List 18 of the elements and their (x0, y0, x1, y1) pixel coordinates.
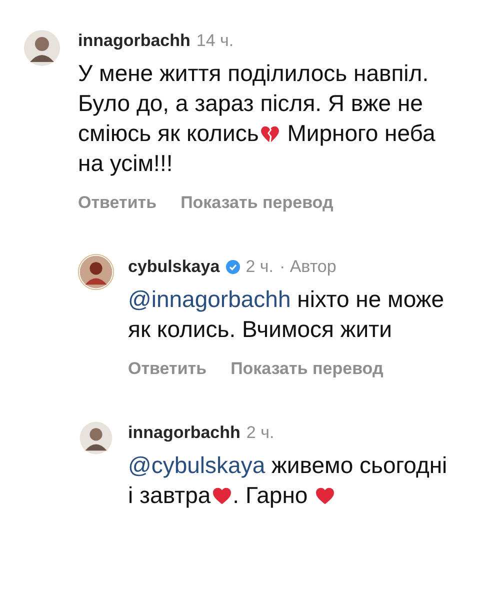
heart-icon (315, 487, 336, 505)
avatar[interactable] (78, 420, 114, 456)
mention-link[interactable]: @innagorbachh (128, 286, 291, 312)
comment-text: У мене життя поділилось навпіл. Було до, а зараз після. Я вже не сміюсь як колись Мирного неба на усім!!! (78, 59, 436, 178)
timestamp: 2 ч. (246, 256, 274, 278)
author-label: · Автор (279, 256, 336, 278)
username[interactable]: cybulskaya (128, 256, 220, 278)
mention-link[interactable]: @cybulskaya (128, 452, 266, 478)
comment-text: @cybulskaya живемо сьогодні і завтра . Гарно (128, 451, 448, 510)
heart-icon (212, 487, 232, 505)
comment-text: @innagorbachh ніхто не може як колись. Вчимося жити (128, 285, 446, 344)
avatar[interactable] (22, 28, 62, 68)
broken-heart-icon (260, 125, 280, 143)
avatar[interactable] (78, 254, 114, 290)
username[interactable]: innagorbachh (78, 30, 190, 52)
username[interactable]: innagorbachh (128, 422, 240, 444)
timestamp: 14 ч. (196, 30, 234, 52)
timestamp: 2 ч. (246, 422, 274, 444)
